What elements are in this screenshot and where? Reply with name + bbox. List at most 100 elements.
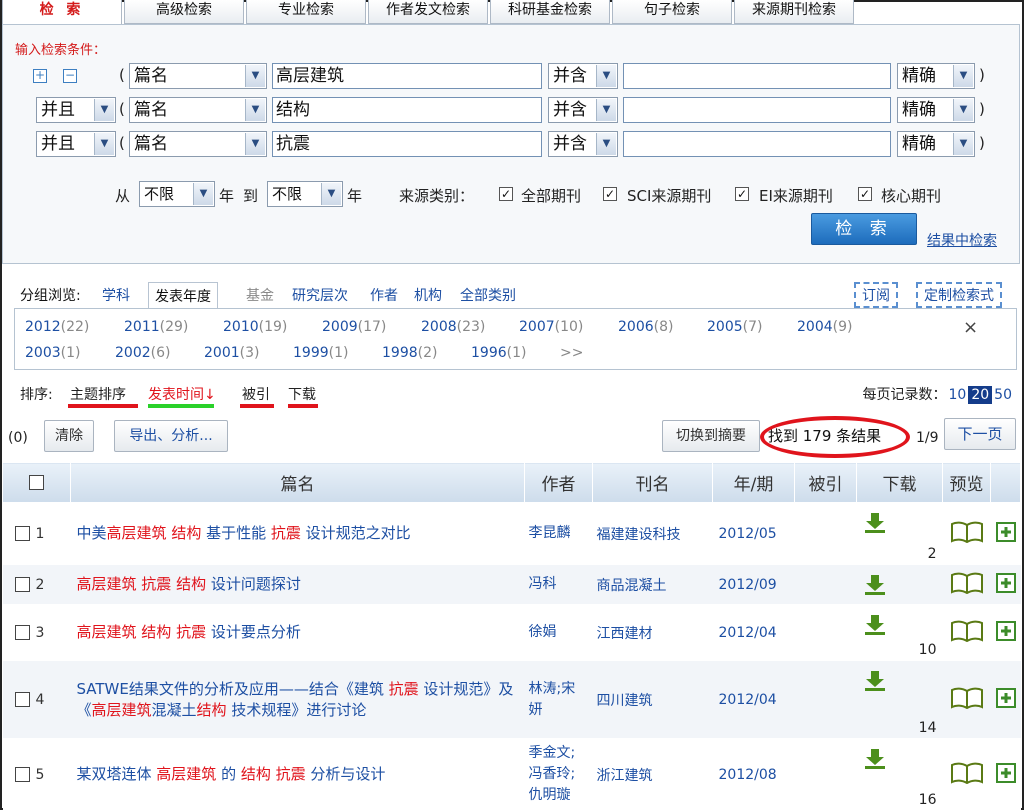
tab-advanced-search[interactable]: 高级检索	[124, 0, 244, 24]
plus-icon[interactable]: +	[33, 69, 47, 83]
journal-link[interactable]: 四川建筑	[592, 660, 713, 739]
add-icon[interactable]	[995, 620, 1016, 645]
article-title-link[interactable]: SATWE结果文件的分析及应用——结合《建筑 抗震 设计规范》及《高层建筑混凝土…	[70, 660, 525, 739]
subscribe-button[interactable]: 订阅	[854, 282, 898, 308]
book-preview-icon[interactable]	[950, 521, 984, 547]
journal-link[interactable]: 浙江建筑	[592, 738, 713, 811]
row-checkbox[interactable]	[14, 767, 30, 782]
header-journal[interactable]: 刊名	[592, 462, 713, 503]
year-link[interactable]: 2001(3)	[204, 345, 259, 361]
year-link[interactable]: 1998(2)	[382, 345, 437, 361]
row-checkbox[interactable]	[14, 577, 30, 592]
add-icon[interactable]	[995, 521, 1016, 546]
header-downloads[interactable]: 下载	[856, 462, 943, 503]
row-checkbox[interactable]	[14, 625, 30, 640]
match-select[interactable]: 精确 ▼	[897, 63, 975, 89]
match-select[interactable]: 精确 ▼	[897, 131, 975, 157]
article-title-link[interactable]: 高层建筑 结构 抗震 设计要点分析	[70, 604, 525, 661]
match-select[interactable]: 精确 ▼	[897, 97, 975, 123]
switch-to-abstract-button[interactable]: 切换到摘要	[662, 420, 760, 452]
per-page-option[interactable]: 10	[947, 387, 969, 403]
group-tab-subject[interactable]: 学科	[102, 285, 130, 305]
custom-query-button[interactable]: 定制检索式	[916, 282, 1002, 308]
sort-by-citations[interactable]: 被引	[242, 384, 270, 404]
checkbox-icon[interactable]: ✓	[603, 187, 617, 201]
clear-button[interactable]: 清除	[44, 420, 94, 452]
search-within-results-link[interactable]: 结果中检索	[927, 230, 997, 250]
field-select[interactable]: 篇名 ▼	[129, 63, 267, 89]
book-preview-icon[interactable]	[950, 620, 984, 646]
select-all-checkbox[interactable]	[29, 475, 44, 490]
to-year-select[interactable]: 不限 ▼	[267, 181, 343, 207]
year-link[interactable]: 2010(19)	[223, 319, 287, 335]
year-link[interactable]: 2011(29)	[124, 319, 188, 335]
add-icon[interactable]	[995, 687, 1016, 712]
article-title-link[interactable]: 高层建筑 抗震 结构 设计问题探讨	[70, 564, 525, 605]
book-preview-icon[interactable]	[950, 687, 984, 713]
year-link[interactable]: 2006(8)	[618, 319, 673, 335]
field-select[interactable]: 篇名 ▼	[129, 131, 267, 157]
book-preview-icon[interactable]	[950, 572, 984, 598]
author-link[interactable]: 徐娟	[524, 604, 593, 661]
combine-select[interactable]: 并含 ▼	[548, 63, 618, 89]
search-term-input[interactable]: 高层建筑	[272, 63, 542, 89]
journal-link[interactable]: 商品混凝土	[592, 564, 713, 605]
combine-select[interactable]: 并含 ▼	[548, 97, 618, 123]
checkbox-icon[interactable]: ✓	[858, 187, 872, 201]
download-icon[interactable]	[863, 512, 887, 534]
close-icon[interactable]: ×	[963, 317, 978, 338]
second-term-input[interactable]	[623, 97, 891, 123]
sort-by-downloads[interactable]: 下载	[288, 384, 316, 404]
year-link[interactable]: 2012(22)	[25, 319, 89, 335]
journal-link[interactable]: 江西建材	[592, 604, 713, 661]
year-link[interactable]: 2002(6)	[115, 345, 170, 361]
group-tab-year[interactable]: 发表年度	[148, 282, 218, 309]
more-years-link[interactable]: >>	[560, 345, 583, 361]
row-checkbox[interactable]	[14, 526, 30, 541]
tab-professional-search[interactable]: 专业检索	[246, 0, 366, 24]
per-page-option-current[interactable]: 20	[968, 386, 993, 404]
group-tab-fund[interactable]: 基金	[246, 285, 274, 305]
field-select[interactable]: 篇名 ▼	[129, 97, 267, 123]
author-link[interactable]: 林涛;宋妍	[524, 660, 593, 739]
group-tab-institution[interactable]: 机构	[414, 285, 442, 305]
year-link[interactable]: 2004(9)	[797, 319, 852, 335]
logic-select[interactable]: 并且 ▼	[36, 97, 116, 123]
download-icon[interactable]	[863, 614, 887, 636]
from-year-select[interactable]: 不限 ▼	[139, 181, 215, 207]
author-link[interactable]: 冯科	[524, 564, 593, 605]
tab-sentence-search[interactable]: 句子检索	[612, 0, 732, 24]
header-cited[interactable]: 被引	[794, 462, 857, 503]
tab-source-journal-search[interactable]: 来源期刊检索	[734, 0, 854, 24]
book-preview-icon[interactable]	[950, 762, 984, 788]
year-link[interactable]: 2005(7)	[707, 319, 762, 335]
row-checkbox[interactable]	[14, 692, 30, 707]
year-link[interactable]: 2008(23)	[421, 319, 485, 335]
header-title[interactable]: 篇名	[70, 462, 525, 503]
add-icon[interactable]	[995, 762, 1016, 787]
article-title-link[interactable]: 中美高层建筑 结构 基于性能 抗震 设计规范之对比	[70, 502, 525, 565]
group-tab-research-level[interactable]: 研究层次	[292, 285, 348, 305]
search-button[interactable]: 检 索	[811, 213, 917, 245]
year-link[interactable]: 2003(1)	[25, 345, 80, 361]
second-term-input[interactable]	[623, 131, 891, 157]
tab-search[interactable]: 检 索	[2, 0, 122, 24]
download-icon[interactable]	[863, 748, 887, 770]
combine-select[interactable]: 并含 ▼	[548, 131, 618, 157]
sort-by-date[interactable]: 发表时间↓	[148, 384, 216, 404]
group-tab-author[interactable]: 作者	[370, 285, 398, 305]
header-preview[interactable]: 预览	[942, 462, 991, 503]
tab-fund-search[interactable]: 科研基金检索	[490, 0, 610, 24]
year-link[interactable]: 1996(1)	[471, 345, 526, 361]
checkbox-icon[interactable]: ✓	[735, 187, 749, 201]
search-term-input[interactable]: 结构	[272, 97, 542, 123]
download-icon[interactable]	[863, 574, 887, 596]
add-icon[interactable]	[995, 572, 1016, 597]
year-link[interactable]: 2009(17)	[322, 319, 386, 335]
group-tab-all-categories[interactable]: 全部类别	[460, 285, 516, 305]
minus-icon[interactable]: −	[63, 69, 77, 83]
per-page-option[interactable]: 50	[992, 387, 1014, 403]
year-link[interactable]: 1999(1)	[293, 345, 348, 361]
export-analyze-button[interactable]: 导出、分析...	[114, 420, 228, 452]
second-term-input[interactable]	[623, 63, 891, 89]
